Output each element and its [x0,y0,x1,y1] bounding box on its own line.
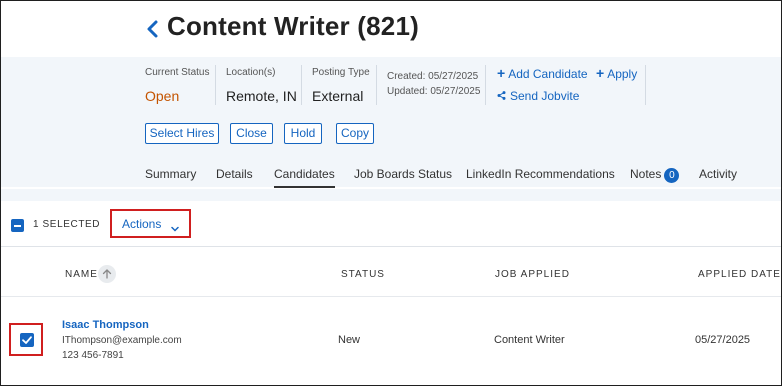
tab-linkedin-recommendations[interactable]: LinkedIn Recommendations [466,167,615,181]
candidate-applied-date: 05/27/2025 [695,334,751,346]
location-field: Location(s) Remote, IN [226,67,297,104]
column-applied-date[interactable]: APPLIED DATE [698,269,781,280]
candidate-phone: 123 456-7891 [62,350,124,361]
section-gap [1,189,781,201]
tab-bar: Summary Details Candidates Job Boards St… [1,161,781,189]
row-checkbox-highlight [9,323,43,356]
status-field: Current Status Open [145,67,209,104]
select-all-checkbox[interactable] [11,219,24,232]
column-status[interactable]: STATUS [341,269,385,280]
apply-link[interactable]: + Apply [596,65,637,81]
actions-dropdown[interactable]: Actions [110,209,191,238]
sort-ascending-icon[interactable] [98,265,116,283]
dates-block: Created: 05/27/2025 Updated: 05/27/2025 [387,69,480,99]
tab-summary[interactable]: Summary [145,167,196,181]
tab-notes[interactable]: Notes 0 [630,167,680,183]
send-jobvite-label: Send Jobvite [510,89,580,103]
status-label: Current Status [145,67,210,78]
status-value: Open [145,88,180,104]
tab-notes-label: Notes [630,167,662,181]
tab-candidates[interactable]: Candidates [274,167,335,188]
close-button[interactable]: Close [230,123,273,144]
add-candidate-label: Add Candidate [508,67,588,81]
location-value: Remote, IN [226,88,297,104]
updated-date: Updated: 05/27/2025 [387,86,481,97]
apply-label: Apply [607,67,638,81]
posting-type-label: Posting Type [312,67,370,78]
tab-details[interactable]: Details [216,167,253,181]
actions-label: Actions [122,217,162,231]
share-icon [497,91,506,103]
divider [485,65,486,105]
candidate-name-link[interactable]: Isaac Thompson [62,319,149,331]
candidate-job-applied: Content Writer [494,334,565,346]
tab-job-boards-status[interactable]: Job Boards Status [354,167,452,181]
column-name[interactable]: NAME [65,269,98,280]
selection-count: 1 SELECTED [33,219,101,230]
plus-icon: + [497,65,506,81]
tab-activity[interactable]: Activity [699,167,737,181]
candidate-email: IThompson@example.com [62,335,182,346]
location-label: Location(s) [226,67,276,78]
divider [376,65,377,105]
job-requisition-page: Content Writer (821) Current Status Open… [0,0,782,386]
chevron-left-icon[interactable] [145,19,161,39]
add-candidate-link[interactable]: + Add Candidate [497,65,588,81]
column-job-applied[interactable]: JOB APPLIED [495,269,570,280]
candidate-status: New [338,334,361,346]
chevron-down-icon [171,220,179,232]
plus-icon: + [596,65,605,81]
notes-count-badge: 0 [664,168,680,183]
hold-button[interactable]: Hold [284,123,322,144]
page-title: Content Writer (821) [167,11,419,41]
copy-button[interactable]: Copy [336,123,374,144]
posting-type-field: Posting Type External [312,67,370,104]
row-checkbox[interactable] [20,333,34,347]
created-date: Created: 05/27/2025 [387,71,479,82]
send-jobvite-link[interactable]: Send Jobvite [497,89,579,103]
posting-type-value: External [312,88,364,104]
divider [215,65,216,105]
table-header: NAME STATUS JOB APPLIED APPLIED DATE [1,253,781,297]
page-header: Content Writer (821) [1,1,781,57]
select-hires-button[interactable]: Select Hires [145,123,219,144]
divider [301,65,302,105]
divider [645,65,646,105]
